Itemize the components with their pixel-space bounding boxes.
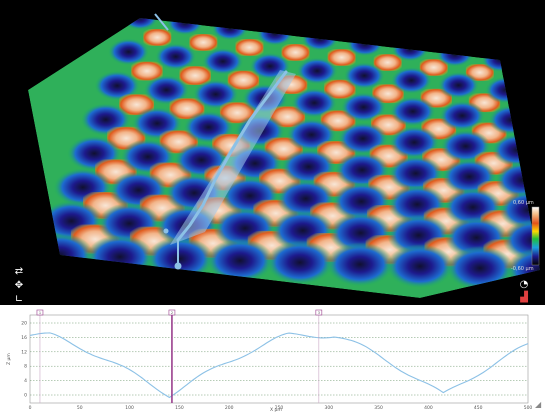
x-tick-label: 350 (374, 405, 383, 411)
surface-pit (166, 18, 204, 36)
surface-pit (211, 18, 249, 41)
x-tick-label: 200 (225, 405, 234, 411)
surface-render[interactable] (0, 0, 545, 305)
y-tick-label: 8 (24, 364, 27, 370)
surface-pit (346, 32, 384, 57)
x-tick-label: 150 (175, 405, 184, 411)
axis-icon[interactable]: ∟ (13, 294, 25, 305)
profile-y-label: Z µm (6, 353, 12, 365)
bar-chart-icon[interactable]: ▟ (518, 292, 530, 304)
surface-pad (189, 34, 218, 51)
surface-pit (155, 43, 197, 70)
surface-pit (86, 234, 154, 279)
surface-pit (386, 244, 454, 289)
surface-pit (446, 246, 514, 291)
x-tick-label: 300 (325, 405, 334, 411)
rotate-icon[interactable]: ⇄ (13, 266, 25, 278)
light-icon[interactable]: ◔ (518, 279, 530, 291)
x-tick-label: 50 (77, 405, 83, 411)
profile-marker-label: 1 (39, 311, 41, 315)
x-tick-label: 100 (125, 405, 134, 411)
surface-pit (436, 42, 474, 67)
surface-pit (206, 238, 274, 283)
profile-chart[interactable]: 123 201612840 0 50 100 150 200 250 300 350 400 45… (0, 305, 545, 413)
surface-pit (326, 242, 394, 287)
y-tick-label: 4 (24, 378, 27, 384)
move-icon[interactable]: ✥ (13, 280, 25, 292)
surface-pit (492, 133, 540, 167)
color-scale-bar (531, 206, 540, 266)
y-tick-label: 16 (21, 335, 27, 341)
x-tick-label: 0 (29, 405, 32, 411)
x-tick-label: 400 (424, 405, 433, 411)
y-tick-label: 12 (21, 349, 27, 355)
surface-pit (256, 21, 294, 46)
surface-pit (266, 240, 334, 285)
y-tick-label: 20 (21, 321, 27, 327)
surface-pit (108, 38, 149, 66)
x-tick-label: 500 (524, 405, 533, 411)
surface-pad (235, 39, 264, 56)
surface-pit (391, 37, 429, 62)
surface-mesh (28, 18, 540, 298)
profile-y-ticks: 20 16 12 8 4 0 (21, 321, 27, 399)
y-tick-label: 0 (24, 393, 27, 399)
x-tick-label: 450 (474, 405, 483, 411)
resize-corner-icon[interactable]: ◢ (535, 401, 543, 409)
profile-x-label: X µm (270, 407, 282, 413)
3d-surface-viewport[interactable]: 0,60 µm -0,60 µm ⇄ ✥ ∟ ◔ ▟ (0, 0, 545, 305)
surface-pit (28, 232, 94, 278)
surface-pit (488, 105, 535, 135)
color-scale-max-label: 0,60 µm (513, 200, 534, 206)
profile-marker-label: 3 (318, 311, 320, 315)
profile-panel: 123 20 16 12 8 4 0 0 50 100 150 200 250 300 350 400 45… (0, 305, 545, 413)
surface-pad (143, 29, 172, 46)
surface-pit (301, 27, 339, 51)
surface-pit (121, 18, 159, 30)
surface-pit (146, 236, 214, 281)
surface-pit (481, 48, 519, 72)
surface-pit (485, 76, 527, 104)
profile-marker-label: 2 (171, 311, 173, 315)
color-scale-min-label: -0,60 µm (511, 266, 534, 272)
